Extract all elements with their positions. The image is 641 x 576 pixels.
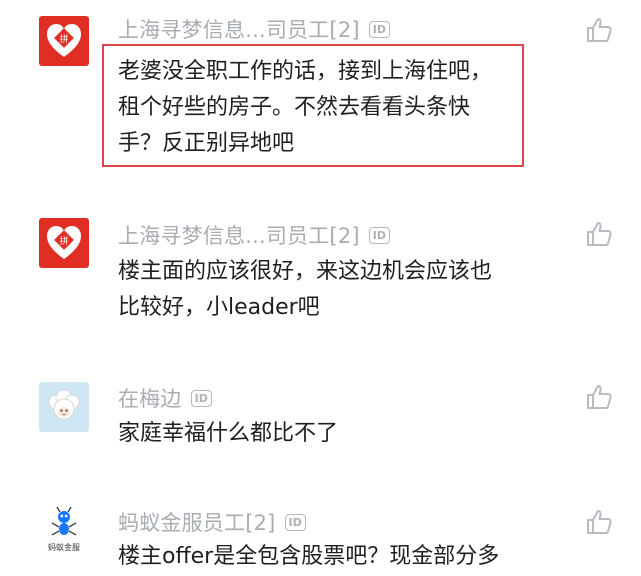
- pinduoduo-logo-icon: 拼: [39, 16, 89, 66]
- thumbs-up-icon[interactable]: [585, 16, 613, 44]
- thumbs-up-icon[interactable]: [585, 508, 613, 536]
- avatar[interactable]: [39, 382, 89, 432]
- thumbs-up-icon[interactable]: [585, 383, 613, 411]
- id-badge: ID: [190, 389, 212, 407]
- comment-header: 上海寻梦信息...司员工[2] ID: [118, 14, 391, 44]
- comment-text[interactable]: 楼主面的应该很好，来这边机会应该也 比较好，小leader吧: [118, 254, 492, 326]
- username[interactable]: 在梅边: [118, 383, 182, 413]
- username[interactable]: 蚂蚁金服员工[2]: [118, 507, 276, 537]
- id-badge: ID: [368, 226, 391, 244]
- thumbs-up-icon[interactable]: [585, 220, 613, 248]
- avatar[interactable]: 拼: [39, 16, 89, 66]
- comment-text[interactable]: 楼主offer是全包含股票吧？现金部分多: [118, 539, 499, 575]
- comment-text[interactable]: 家庭幸福什么都比不了: [118, 416, 338, 452]
- svg-text:拼: 拼: [59, 33, 68, 45]
- sheep-avatar-icon: [39, 382, 89, 432]
- avatar-caption: 蚂蚁金服: [48, 543, 80, 552]
- comment-header: 上海寻梦信息...司员工[2] ID: [118, 220, 391, 250]
- comment-text[interactable]: 老婆没全职工作的话，接到上海住吧， 租个好些的房子。不然去看看头条快 手？反正别…: [118, 54, 492, 162]
- comment-header: 蚂蚁金服员工[2] ID: [118, 507, 306, 537]
- username[interactable]: 上海寻梦信息...司员工[2]: [118, 220, 360, 250]
- comment-header: 在梅边 ID: [118, 383, 212, 413]
- username[interactable]: 上海寻梦信息...司员工[2]: [118, 14, 360, 44]
- svg-text:拼: 拼: [59, 235, 68, 247]
- pinduoduo-logo-icon: 拼: [39, 218, 89, 268]
- id-badge: ID: [284, 513, 306, 531]
- id-badge: ID: [368, 20, 391, 38]
- avatar[interactable]: 拼: [39, 218, 89, 268]
- avatar[interactable]: 蚂蚁金服: [39, 505, 89, 555]
